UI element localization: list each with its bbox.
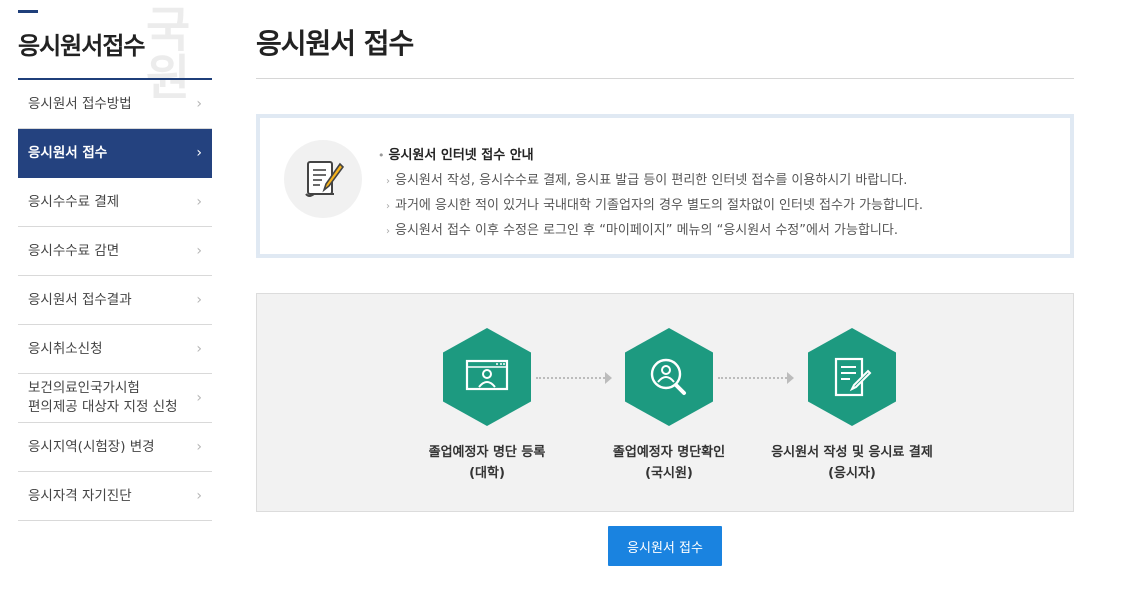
process-step-title: 응시원서 작성 및 응시료 결제 xyxy=(771,445,933,460)
notice-line: › 과거에 응시한 적이 있거나 국내대학 기졸업자의 경우 별도의 절차없이 인… xyxy=(386,194,923,213)
sidebar-title: 응시원서접수 xyxy=(18,32,145,60)
arrow-bullet-icon: › xyxy=(386,176,390,187)
document-pen-icon xyxy=(284,140,362,218)
chevron-right-icon: › xyxy=(196,145,202,161)
arrow-bullet-icon: › xyxy=(386,201,390,212)
process-step-apply: 응시원서 작성 및 응시료 결제 (응시자) xyxy=(757,328,947,484)
sidebar-item-application-result[interactable]: 응시원서 접수결과 › xyxy=(18,276,212,325)
chevron-right-icon: › xyxy=(196,194,202,210)
sidebar-item-application[interactable]: 응시원서 접수 › xyxy=(18,129,212,178)
sidebar-item-self-diagnosis[interactable]: 응시자격 자기진단 › xyxy=(18,472,212,521)
notice-heading: • 응시원서 인터넷 접수 안내 xyxy=(378,144,923,163)
notice-heading-text: 응시원서 인터넷 접수 안내 xyxy=(388,148,534,163)
page-title: 응시원서 접수 xyxy=(256,27,414,60)
notice-line-text: 응시원서 접수 이후 수정은 로그인 후 “마이페이지” 메뉴의 “응시원서 수… xyxy=(395,223,898,238)
process-step-label: 졸업예정자 명단확인 (국시원) xyxy=(574,442,764,484)
sidebar-item-fee-reduction[interactable]: 응시수수료 감면 › xyxy=(18,227,212,276)
sidebar-menu: 응시원서 접수방법 › 응시원서 접수 › 응시수수료 결제 › 응시수수료 감… xyxy=(18,80,212,521)
process-step-register: 졸업예정자 명단 등록 (대학) xyxy=(392,328,582,484)
chevron-right-icon: › xyxy=(196,439,202,455)
chevron-right-icon: › xyxy=(196,96,202,112)
process-step-sub: (국시원) xyxy=(645,466,693,481)
chevron-right-icon: › xyxy=(196,292,202,308)
process-step-title: 졸업예정자 명단확인 xyxy=(612,445,726,460)
sidebar-item-label: 응시수수료 감면 xyxy=(28,242,120,259)
title-divider xyxy=(256,78,1074,79)
sidebar-item-label: 응시원서 접수방법 xyxy=(28,95,132,112)
notice-line-text: 과거에 응시한 적이 있거나 국내대학 기졸업자의 경우 별도의 절차없이 인터… xyxy=(395,198,923,213)
sidebar-item-label: 보건의료인국가시험 편의제공 대상자 지정 신청 xyxy=(28,380,178,415)
process-step-confirm: 졸업예정자 명단확인 (국시원) xyxy=(574,328,764,484)
chevron-right-icon: › xyxy=(196,341,202,357)
notice-line-text: 응시원서 작성, 응시수수료 결제, 응시표 발급 등이 편리한 인터넷 접수를… xyxy=(395,173,908,188)
bullet-icon: • xyxy=(378,149,385,162)
chevron-right-icon: › xyxy=(196,390,202,406)
sidebar-item-label: 응시수수료 결제 xyxy=(28,193,120,210)
sidebar-item-label: 응시원서 접수결과 xyxy=(28,291,132,308)
sidebar-item-accommodation-request[interactable]: 보건의료인국가시험 편의제공 대상자 지정 신청 › xyxy=(18,374,212,423)
form-write-icon xyxy=(808,328,896,426)
apply-button[interactable]: 응시원서 접수 xyxy=(608,526,722,566)
sidebar-item-label: 응시원서 접수 xyxy=(28,144,108,161)
process-step-sub: (대학) xyxy=(469,466,505,481)
notice-text: • 응시원서 인터넷 접수 안내 › 응시원서 작성, 응시수수료 결제, 응시표 … xyxy=(378,144,923,244)
process-step-label: 졸업예정자 명단 등록 (대학) xyxy=(392,442,582,484)
chevron-right-icon: › xyxy=(196,488,202,504)
notice-line: › 응시원서 접수 이후 수정은 로그인 후 “마이페이지” 메뉴의 “응시원서 … xyxy=(386,219,923,238)
chevron-right-icon: › xyxy=(196,243,202,259)
sidebar-item-label: 응시지역(시험장) 변경 xyxy=(28,438,155,455)
arrow-bullet-icon: › xyxy=(386,226,390,237)
process-diagram: 졸업예정자 명단 등록 (대학) 졸업예정자 명단확인 (국시원) 응시원서 작… xyxy=(256,293,1074,512)
sidebar-item-label: 응시자격 자기진단 xyxy=(28,487,132,504)
sidebar-item-cancel-request[interactable]: 응시취소신청 › xyxy=(18,325,212,374)
notice-box: • 응시원서 인터넷 접수 안내 › 응시원서 작성, 응시수수료 결제, 응시표 … xyxy=(256,114,1074,258)
sidebar-item-application-method[interactable]: 응시원서 접수방법 › xyxy=(18,80,212,129)
sidebar-item-region-change[interactable]: 응시지역(시험장) 변경 › xyxy=(18,423,212,472)
notice-line: › 응시원서 작성, 응시수수료 결제, 응시표 발급 등이 편리한 인터넷 접수… xyxy=(386,169,923,188)
sidebar-accent-bar xyxy=(18,10,38,13)
process-step-sub: (응시자) xyxy=(828,466,876,481)
sidebar-item-fee-payment[interactable]: 응시수수료 결제 › xyxy=(18,178,212,227)
sidebar-item-label: 응시취소신청 xyxy=(28,340,103,357)
process-step-title: 졸업예정자 명단 등록 xyxy=(428,445,546,460)
person-search-icon xyxy=(625,328,713,426)
process-step-label: 응시원서 작성 및 응시료 결제 (응시자) xyxy=(757,442,947,484)
monitor-person-icon xyxy=(443,328,531,426)
